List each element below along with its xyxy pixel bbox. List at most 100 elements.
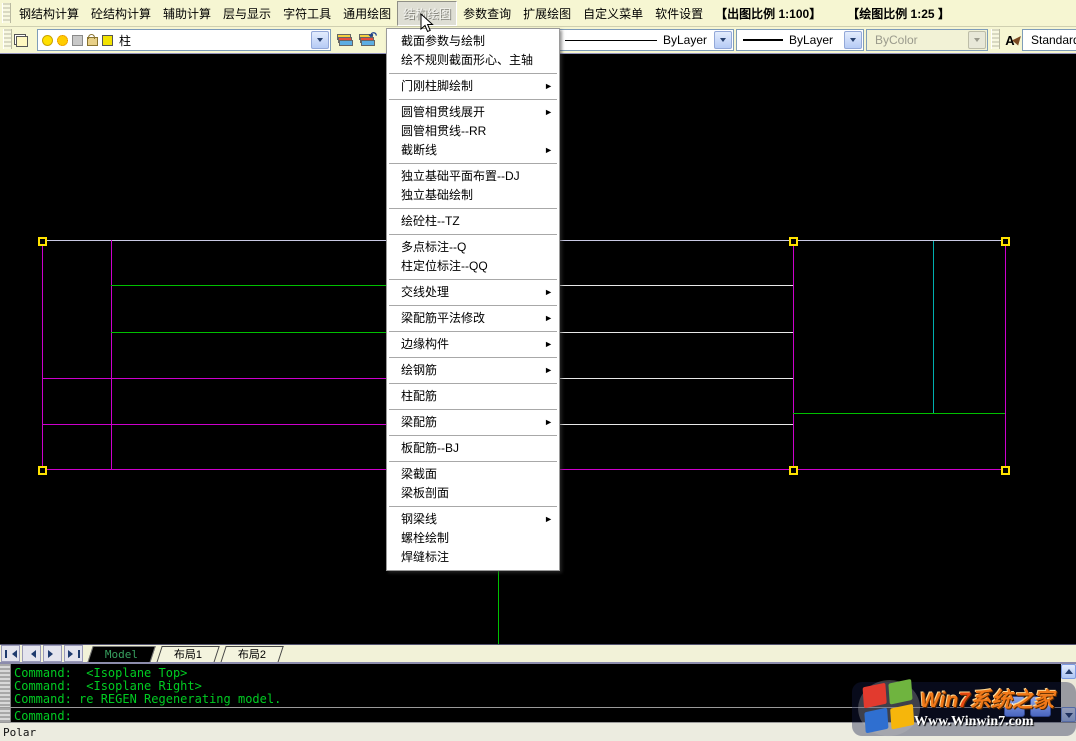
menubar-item-10[interactable]: 软件设置	[649, 1, 709, 26]
lineweight-combo-dropdown-button[interactable]	[844, 31, 862, 49]
menu-item-label: 截断线	[401, 143, 437, 157]
menu-item-5[interactable]: 截断线►	[387, 141, 559, 160]
cad-line-15[interactable]	[933, 241, 934, 413]
linetype-combo-dropdown-button[interactable]	[714, 31, 732, 49]
menu-item-14[interactable]: 绘钢筋►	[387, 361, 559, 380]
menu-separator	[389, 435, 557, 436]
menubar-item-3[interactable]: 层与显示	[217, 1, 277, 26]
cad-line-2[interactable]	[111, 240, 112, 469]
layer-previous-button[interactable]: ↶	[354, 29, 378, 51]
menu-item-0[interactable]: 截面参数与绘制	[387, 32, 559, 51]
submenu-arrow-icon: ►	[544, 361, 553, 380]
layer-freeze-viewport-icon[interactable]	[72, 35, 83, 46]
command-window-grip[interactable]	[0, 664, 11, 722]
menu-item-10[interactable]: 柱定位标注--QQ	[387, 257, 559, 276]
last-tab-button[interactable]	[64, 645, 83, 662]
submenu-arrow-icon: ►	[544, 77, 553, 96]
menu-separator	[389, 234, 557, 235]
menubar-item-9[interactable]: 自定义菜单	[577, 1, 649, 26]
selection-grip-2[interactable]	[1001, 237, 1010, 246]
menu-item-label: 独立基础绘制	[401, 188, 473, 202]
layout-tab-bar: Model布局1 布局2	[0, 644, 1076, 663]
menu-item-12[interactable]: 梁配筋平法修改►	[387, 309, 559, 328]
menu-item-20[interactable]: 钢梁线►	[387, 510, 559, 529]
command-prompt[interactable]: Command:	[14, 709, 72, 723]
menubar-item-2[interactable]: 辅助计算	[157, 1, 217, 26]
menu-item-9[interactable]: 多点标注--Q	[387, 238, 559, 257]
menu-item-11[interactable]: 交线处理►	[387, 283, 559, 302]
menu-item-18[interactable]: 梁截面	[387, 465, 559, 484]
menubar-item-8[interactable]: 扩展绘图	[517, 1, 577, 26]
layers-icon	[14, 34, 28, 47]
prev-tab-button[interactable]	[22, 645, 41, 662]
submenu-arrow-icon: ►	[544, 413, 553, 432]
menubar-item-11[interactable]: 【出图比例 1:100】	[709, 1, 827, 26]
selection-grip-5[interactable]	[1001, 466, 1010, 475]
cad-line-3[interactable]	[793, 241, 794, 470]
menu-item-8[interactable]: 绘砼柱--TZ	[387, 212, 559, 231]
layer-combo[interactable]: 柱	[37, 29, 331, 51]
menu-item-2[interactable]: 门刚柱脚绘制►	[387, 77, 559, 96]
lineweight-sample	[743, 39, 783, 41]
menu-item-label: 梁配筋	[401, 415, 437, 429]
tab-布局1[interactable]: 布局1	[156, 646, 220, 663]
selection-grip-1[interactable]	[789, 237, 798, 246]
linetype-combo[interactable]: ByLayer	[558, 29, 734, 51]
menubar-item-12[interactable]: 【绘图比例 1:25 】	[841, 1, 956, 26]
menu-separator	[389, 409, 557, 410]
menubar-grip[interactable]	[2, 3, 11, 23]
layer-on-bulb-icon[interactable]	[42, 35, 53, 46]
mouse-cursor	[420, 13, 434, 33]
menubar-item-4[interactable]: 字符工具	[277, 1, 337, 26]
menubar-item-0[interactable]: 钢结构计算	[13, 1, 85, 26]
watermark-brand: Win7系统之家	[920, 684, 1054, 714]
make-object-layer-current-button[interactable]	[332, 29, 356, 51]
layer-thaw-sun-icon[interactable]	[57, 35, 68, 46]
text-style-combo[interactable]: Standard	[1022, 29, 1076, 51]
menu-item-22[interactable]: 焊缝标注	[387, 548, 559, 567]
menu-item-19[interactable]: 梁板剖面	[387, 484, 559, 503]
menu-item-4[interactable]: 圆管相贯线--RR	[387, 122, 559, 141]
cad-line-14[interactable]	[793, 413, 1005, 414]
menubar-item-7[interactable]: 参数查询	[457, 1, 517, 26]
menu-item-1[interactable]: 绘不规则截面形心、主轴	[387, 51, 559, 70]
menu-item-3[interactable]: 圆管相贯线展开►	[387, 103, 559, 122]
menu-item-7[interactable]: 独立基础绘制	[387, 186, 559, 205]
tab-布局2[interactable]: 布局2	[220, 646, 284, 663]
menubar-item-1[interactable]: 砼结构计算	[85, 1, 157, 26]
linetype-value: ByLayer	[663, 33, 707, 47]
menu-item-15[interactable]: 柱配筋	[387, 387, 559, 406]
tab-model[interactable]: Model	[87, 646, 156, 663]
menu-bar: 钢结构计算砼结构计算辅助计算层与显示字符工具通用绘图结构绘图参数查询扩展绘图自定…	[0, 0, 1076, 27]
layer-combo-dropdown-button[interactable]	[311, 31, 329, 49]
next-tab-button[interactable]	[43, 645, 62, 662]
menu-item-17[interactable]: 板配筋--BJ	[387, 439, 559, 458]
selection-grip-4[interactable]	[789, 466, 798, 475]
menu-separator	[389, 357, 557, 358]
polar-mode-indicator[interactable]: Polar	[3, 726, 36, 739]
lineweight-combo[interactable]: ByLayer	[736, 29, 864, 51]
text-style-icon: A	[1005, 33, 1014, 48]
text-style-button[interactable]: A	[998, 29, 1022, 51]
watermark: » » Win7系统之家 Www.Winwin7.com	[852, 676, 1076, 738]
menubar-item-5[interactable]: 通用绘图	[337, 1, 397, 26]
menu-item-6[interactable]: 独立基础平面布置--DJ	[387, 167, 559, 186]
layer-manager-button[interactable]	[9, 29, 33, 51]
layer-unlock-icon[interactable]	[87, 37, 98, 46]
menu-item-21[interactable]: 螺栓绘制	[387, 529, 559, 548]
lineweight-value: ByLayer	[789, 33, 833, 47]
cad-line-16[interactable]	[498, 568, 499, 647]
menu-item-label: 圆管相贯线展开	[401, 105, 485, 119]
first-tab-button[interactable]	[1, 645, 20, 662]
cad-line-4[interactable]	[1005, 241, 1006, 470]
selection-grip-3[interactable]	[38, 466, 47, 475]
submenu-arrow-icon: ►	[544, 510, 553, 529]
layer-color-swatch[interactable]	[102, 35, 113, 46]
selection-grip-0[interactable]	[38, 237, 47, 246]
cad-line-1[interactable]	[42, 241, 43, 470]
tab-label: 布局2	[238, 647, 266, 663]
command-history: Command: <Isoplane Top> Command: <Isopla…	[14, 667, 281, 706]
menu-item-16[interactable]: 梁配筋 ►	[387, 413, 559, 432]
menu-item-13[interactable]: 边缘构件►	[387, 335, 559, 354]
menu-separator	[389, 461, 557, 462]
